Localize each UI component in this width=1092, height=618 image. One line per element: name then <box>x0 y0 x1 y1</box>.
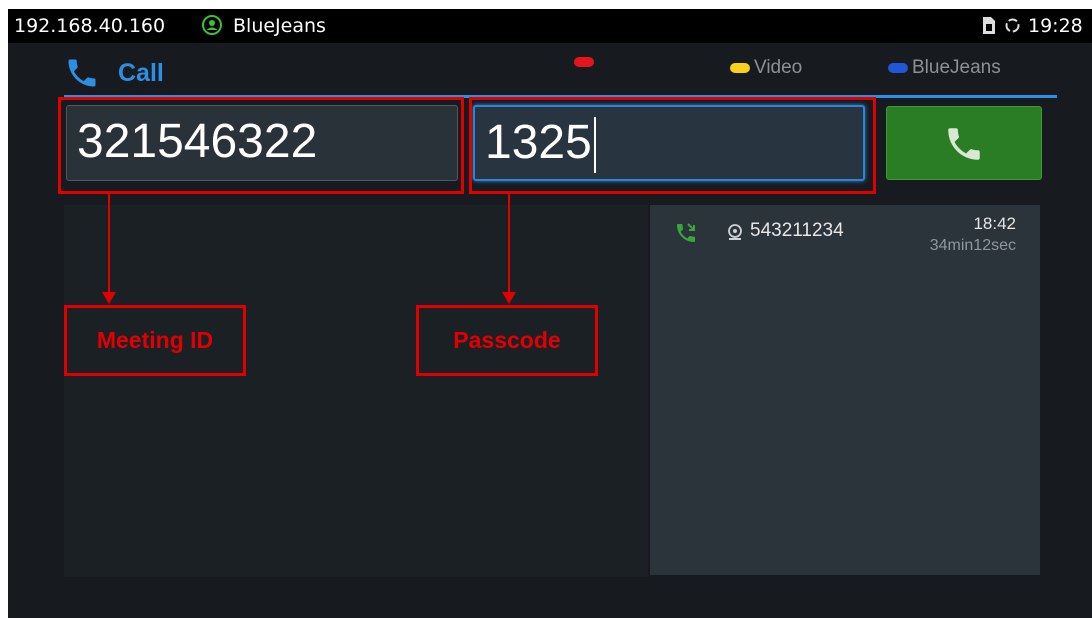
meeting-id-highlight <box>58 97 464 194</box>
history-duration: 34min12sec <box>929 237 1016 254</box>
legend-video: Video <box>730 57 802 79</box>
legend-label: BlueJeans <box>912 57 1001 78</box>
history-number: 543211234 <box>750 220 844 241</box>
passcode-highlight <box>469 97 876 194</box>
legend-bluejeans: BlueJeans <box>888 57 1001 79</box>
legend-audio <box>574 57 598 67</box>
call-header: Call Video BlueJeans <box>8 43 1092 101</box>
phone-icon <box>948 128 980 160</box>
meeting-id-callout: Meeting ID <box>64 305 246 376</box>
phone-icon <box>68 59 96 87</box>
account-name: BlueJeans <box>233 15 326 37</box>
bluejeans-account-icon <box>728 224 742 240</box>
dialpad-area <box>64 205 648 577</box>
status-clock: 19:28 <box>1028 15 1083 37</box>
account-circle-icon <box>202 15 222 35</box>
incoming-call-icon <box>677 223 695 242</box>
dial-button[interactable] <box>886 106 1042 180</box>
legend-dot-yellow <box>730 63 750 73</box>
passcode-callout: Passcode <box>416 305 598 376</box>
sync-icon <box>1005 18 1020 33</box>
meeting-id-connector <box>108 194 110 294</box>
status-bar: 192.168.40.160 BlueJeans 19:28 <box>8 9 1092 43</box>
legend-dot-red <box>574 57 594 67</box>
history-item[interactable]: 543211234 18:42 34min12sec <box>650 205 1040 265</box>
screen: 192.168.40.160 BlueJeans 19:28 Call Vide… <box>8 9 1092 618</box>
page-title: Call <box>118 59 164 87</box>
history-time: 18:42 <box>973 214 1016 233</box>
call-history-panel: 543211234 18:42 34min12sec <box>650 205 1040 575</box>
meeting-id-arrow <box>102 292 116 304</box>
legend-dot-blue <box>888 63 908 73</box>
sim-card-icon <box>983 17 995 34</box>
ip-address: 192.168.40.160 <box>14 15 166 37</box>
passcode-connector <box>508 194 510 294</box>
legend-label: Video <box>754 57 803 78</box>
passcode-arrow <box>502 292 516 304</box>
